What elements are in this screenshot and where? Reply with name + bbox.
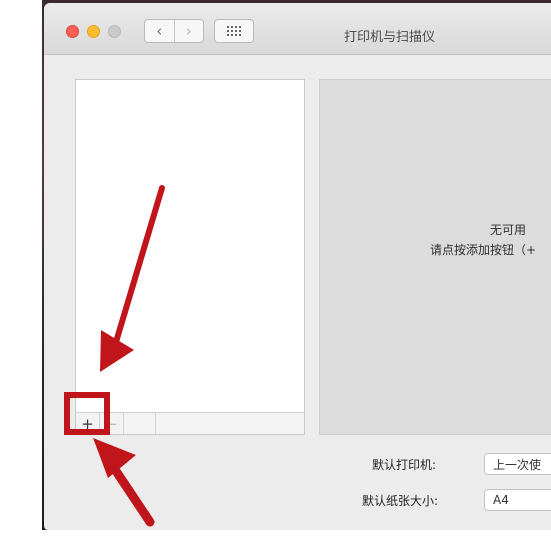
red-arrow-icon bbox=[93, 185, 165, 527]
annotation-overlay bbox=[0, 0, 551, 538]
add-button-highlight bbox=[64, 392, 110, 435]
